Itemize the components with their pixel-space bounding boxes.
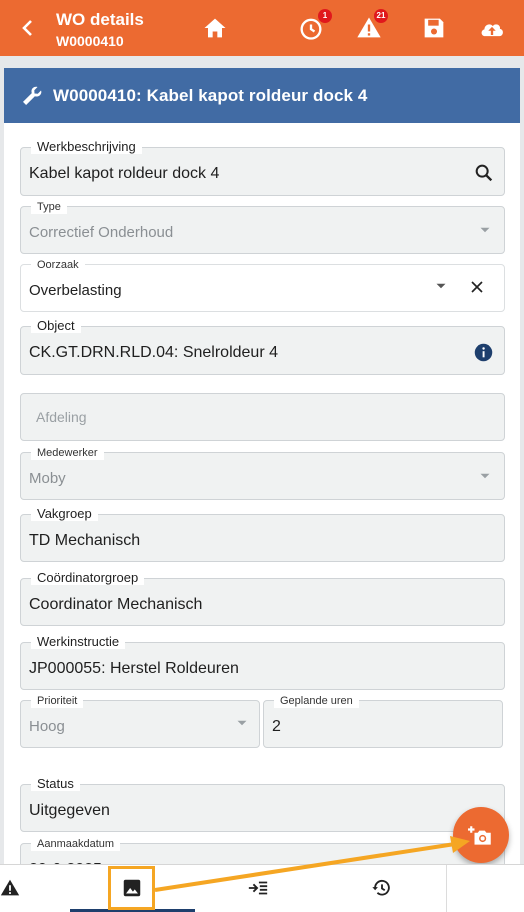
geplande-uren-field[interactable]: Geplande uren 2 [263, 694, 503, 748]
card-title: W0000410: Kabel kapot roldeur dock 4 [53, 86, 368, 105]
vakgroep-label: Vakgroep [31, 507, 98, 521]
werkinstructie-label: Werkinstructie [31, 635, 126, 649]
add-photo-icon [468, 826, 491, 845]
indent-list-icon [248, 881, 268, 895]
dropdown-arrow-icon [237, 720, 247, 726]
info-icon[interactable] [473, 342, 494, 363]
coordinatorgroep-label: Coördinatorgroep [31, 571, 145, 585]
type-value: Correctief Onderhoud [29, 224, 174, 241]
type-label: Type [31, 200, 67, 214]
afdeling-placeholder: Afdeling [36, 409, 87, 425]
save-icon[interactable] [420, 14, 448, 42]
oorzaak-value: Overbelasting [29, 282, 122, 299]
nav-tasks[interactable] [198, 865, 318, 912]
coordinatorgroep-field[interactable]: Coördinatorgroep Coordinator Mechanisch [20, 571, 505, 626]
back-arrow-icon[interactable] [16, 16, 40, 40]
prioriteit-select[interactable]: Prioriteit Hoog [20, 694, 260, 748]
dropdown-arrow-icon [480, 473, 490, 479]
dropdown-arrow-icon [480, 227, 490, 233]
geplande-uren-label: Geplande uren [274, 694, 359, 708]
nav-history[interactable] [322, 865, 442, 912]
alerts-badge: 21 [374, 9, 388, 23]
home-icon[interactable] [201, 14, 229, 42]
timer-button[interactable]: 1 [297, 9, 332, 42]
history-icon [372, 879, 390, 896]
nav-divider [446, 865, 447, 912]
status-value: Uitgegeven [29, 802, 110, 819]
geplande-uren-value: 2 [272, 718, 281, 735]
status-field[interactable]: Status Uitgegeven [20, 777, 505, 832]
object-label: Object [31, 319, 81, 333]
coordinatorgroep-value: Coordinator Mechanisch [29, 596, 203, 613]
add-photo-button[interactable] [453, 807, 509, 863]
work-order-card: W0000410: Kabel kapot roldeur dock 4 Wer… [4, 68, 520, 868]
wrench-icon [23, 86, 42, 105]
prioriteit-value: Hoog [29, 718, 65, 735]
nav-warnings[interactable] [0, 865, 70, 912]
vakgroep-value: TD Mechanisch [29, 532, 141, 549]
afdeling-field[interactable]: Afdeling [20, 393, 505, 441]
timer-badge: 1 [318, 9, 332, 23]
type-select[interactable]: Type Correctief Onderhoud [20, 200, 505, 254]
werkinstructie-value: JP000055: Herstel Roldeuren [29, 660, 239, 677]
bottom-navigation [0, 864, 524, 912]
warning-icon [0, 879, 20, 896]
card-header: W0000410: Kabel kapot roldeur dock 4 [4, 68, 520, 123]
medewerker-select[interactable]: Medewerker Moby [20, 446, 505, 500]
prioriteit-label: Prioriteit [31, 694, 84, 708]
cloud-upload-icon[interactable] [478, 14, 506, 42]
werkbeschrijving-label: Werkbeschrijving [31, 140, 142, 154]
page-subtitle: W0000410 [56, 33, 124, 49]
medewerker-value: Moby [29, 470, 66, 487]
werkbeschrijving-value: Kabel kapot roldeur dock 4 [29, 165, 220, 182]
clear-icon[interactable] [467, 277, 487, 297]
search-icon[interactable] [473, 162, 495, 184]
object-field[interactable]: Object CK.GT.DRN.RLD.04: Snelroldeur 4 [20, 319, 505, 375]
object-value: CK.GT.DRN.RLD.04: Snelroldeur 4 [29, 344, 278, 361]
dropdown-arrow-icon[interactable] [432, 277, 450, 295]
vakgroep-field[interactable]: Vakgroep TD Mechanisch [20, 507, 505, 562]
werkinstructie-field[interactable]: Werkinstructie JP000055: Herstel Roldeur… [20, 635, 505, 690]
app-bar: WO details W0000410 1 21 [0, 0, 524, 56]
page-title: WO details [56, 10, 144, 29]
medewerker-label: Medewerker [31, 446, 104, 460]
highlight-box [108, 866, 155, 910]
oorzaak-label: Oorzaak [31, 258, 85, 272]
alerts-button[interactable]: 21 [355, 9, 388, 42]
status-label: Status [31, 777, 80, 791]
aanmaakdatum-label: Aanmaakdatum [31, 837, 121, 851]
werkbeschrijving-field[interactable]: Werkbeschrijving Kabel kapot roldeur doc… [20, 140, 505, 196]
oorzaak-select[interactable]: Oorzaak Overbelasting [20, 258, 505, 312]
